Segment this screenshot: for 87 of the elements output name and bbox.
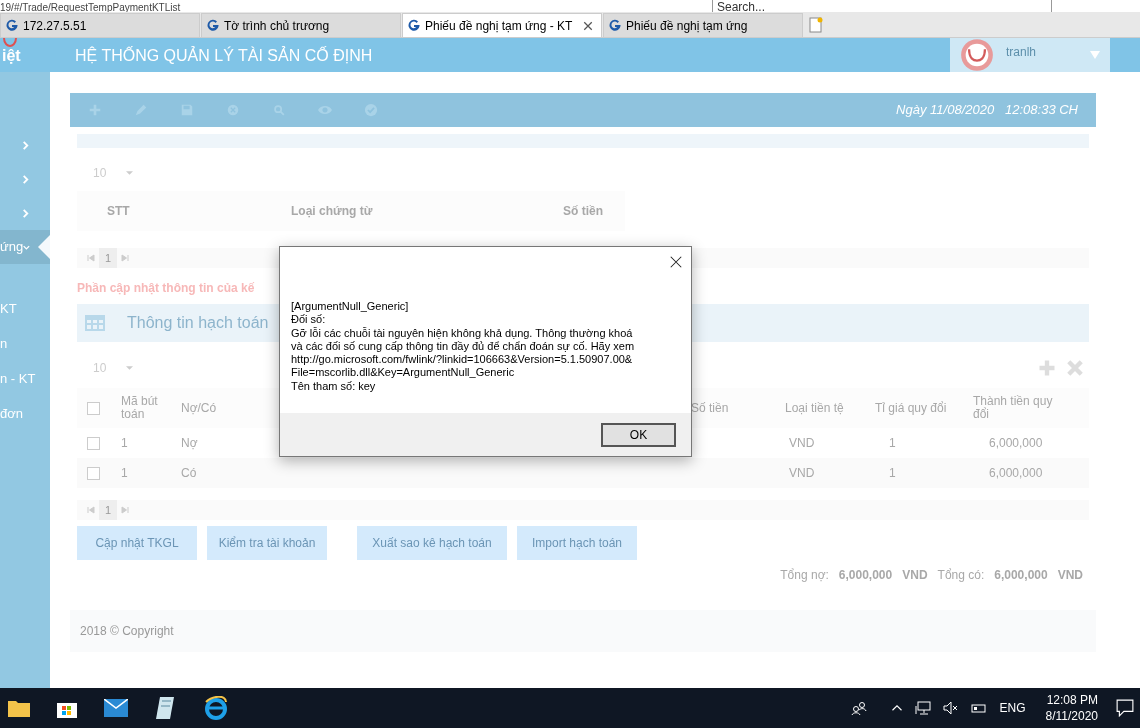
eye-icon[interactable] bbox=[318, 103, 332, 117]
save-icon[interactable] bbox=[180, 103, 194, 117]
check-icon[interactable] bbox=[364, 103, 378, 117]
action-button[interactable]: Import hạch toán bbox=[517, 526, 637, 560]
rate-field[interactable]: 1 bbox=[889, 464, 977, 482]
g-logo-icon bbox=[206, 18, 220, 33]
date-time: Ngày 11/08/2020 12:08:33 CH bbox=[896, 101, 1078, 120]
currency-label: VND bbox=[1057, 567, 1083, 584]
total-value: 6,000,000 bbox=[838, 567, 893, 584]
chevron-icon bbox=[21, 140, 30, 150]
copyright: 2018 © Copyright bbox=[80, 623, 174, 640]
debit-credit-select[interactable]: Có bbox=[181, 464, 241, 482]
app-title: HỆ THỐNG QUẢN LÝ TÀI SẢN CỐ ĐỊNH bbox=[75, 45, 373, 66]
network-icon[interactable] bbox=[915, 700, 932, 716]
chevron-icon bbox=[21, 208, 30, 218]
search-icon[interactable] bbox=[272, 103, 286, 117]
rate-field[interactable]: 1 bbox=[889, 434, 977, 452]
pencil-icon[interactable] bbox=[134, 103, 148, 117]
column-header: Nợ/Có bbox=[181, 401, 218, 415]
action-button[interactable]: Cập nhật TKGL bbox=[77, 526, 197, 560]
browser-tab[interactable]: Tờ trình chủ trương bbox=[201, 13, 401, 37]
total-label: Tổng nợ: bbox=[780, 567, 829, 584]
first-page-icon[interactable] bbox=[87, 254, 95, 262]
table-cell-text: 6,000,000 bbox=[989, 435, 1044, 452]
column-header: Mã bút toán bbox=[121, 395, 159, 421]
logo-text: iệt bbox=[2, 48, 21, 64]
plus-icon[interactable] bbox=[88, 103, 102, 117]
first-page-icon[interactable] bbox=[87, 506, 95, 514]
action-button[interactable]: Kiểm tra tài khoản bbox=[207, 526, 327, 560]
browser-tab[interactable]: Phiếu đề nghị tạm ứng - KT bbox=[402, 13, 602, 37]
ok-button[interactable]: OK bbox=[601, 422, 676, 447]
column-header: Số tiền bbox=[563, 203, 603, 220]
column-header: Loại tiền tệ bbox=[784, 401, 845, 415]
last-page-icon[interactable] bbox=[121, 254, 130, 262]
caret-icon bbox=[1090, 51, 1100, 59]
total-value: 6,000,000 bbox=[994, 567, 1048, 584]
browser-tab[interactable]: Phiếu đề nghị tạm ứng bbox=[603, 13, 803, 37]
currency-select[interactable]: VND bbox=[789, 434, 869, 452]
sidebar-subitem[interactable]: đơn bbox=[0, 403, 23, 424]
sidebar-item[interactable]: ứng bbox=[0, 230, 50, 264]
browser-tab[interactable]: 172.27.5.51 bbox=[0, 13, 200, 37]
column-header: Tỉ giá quy đổi bbox=[874, 401, 948, 415]
page-button[interactable]: 1 bbox=[99, 247, 118, 269]
debit-credit-select[interactable]: Nợ bbox=[181, 434, 241, 452]
logo-icon bbox=[2, 38, 18, 48]
column-header: Thành tiền quy đổi bbox=[972, 395, 1054, 421]
last-page-icon[interactable] bbox=[121, 506, 130, 514]
table-icon bbox=[85, 315, 105, 331]
column-header: Số tiền bbox=[691, 401, 730, 415]
column-header: STT bbox=[107, 203, 131, 220]
sidebar-subitem[interactable]: KT bbox=[0, 298, 17, 319]
sidebar-subitem[interactable]: n - KT bbox=[0, 368, 36, 389]
g-logo-icon bbox=[608, 18, 622, 33]
g-logo-icon bbox=[5, 18, 19, 33]
currency-label: VND bbox=[902, 567, 928, 584]
plus-icon[interactable] bbox=[1037, 358, 1057, 378]
page-button[interactable]: 1 bbox=[99, 499, 118, 521]
avatar-icon bbox=[960, 38, 994, 72]
sidebar-subitem[interactable]: n bbox=[0, 333, 8, 354]
table-cell-text: 1 bbox=[121, 465, 129, 482]
column-header: Loại chứng từ bbox=[291, 203, 374, 220]
people-icon[interactable] bbox=[851, 700, 868, 716]
new-tab-icon[interactable] bbox=[808, 16, 824, 34]
action-button[interactable]: Xuất sao kê hạch toán bbox=[357, 526, 507, 560]
language-indicator[interactable]: ENG bbox=[999, 699, 1026, 717]
checkbox[interactable] bbox=[87, 401, 100, 415]
close-icon[interactable] bbox=[670, 256, 682, 268]
total-label: Tổng có: bbox=[937, 567, 985, 584]
caret-icon bbox=[126, 366, 133, 370]
notification-icon[interactable] bbox=[1116, 699, 1134, 717]
mail-icon[interactable] bbox=[104, 699, 128, 717]
caret-icon bbox=[126, 171, 133, 175]
pointer-icon bbox=[38, 235, 50, 259]
user-menu[interactable]: tranlh bbox=[950, 38, 1110, 72]
close-icon[interactable] bbox=[583, 20, 593, 31]
volume-muted-icon[interactable] bbox=[943, 700, 960, 716]
clock[interactable]: 12:08 PM 8/11/2020 bbox=[1045, 692, 1098, 724]
checkbox[interactable] bbox=[87, 436, 100, 450]
table-cell-text: 1 bbox=[121, 435, 129, 452]
chevron-icon bbox=[21, 174, 30, 184]
folder-icon[interactable] bbox=[8, 699, 30, 717]
browser-icon[interactable] bbox=[204, 696, 228, 720]
checkbox[interactable] bbox=[87, 466, 100, 480]
currency-select[interactable]: VND bbox=[789, 464, 869, 482]
section-note: Phần cập nhật thông tin của kế bbox=[77, 280, 256, 297]
table-cell-text: 6,000,000 bbox=[989, 465, 1044, 482]
g-logo-icon bbox=[407, 18, 421, 33]
